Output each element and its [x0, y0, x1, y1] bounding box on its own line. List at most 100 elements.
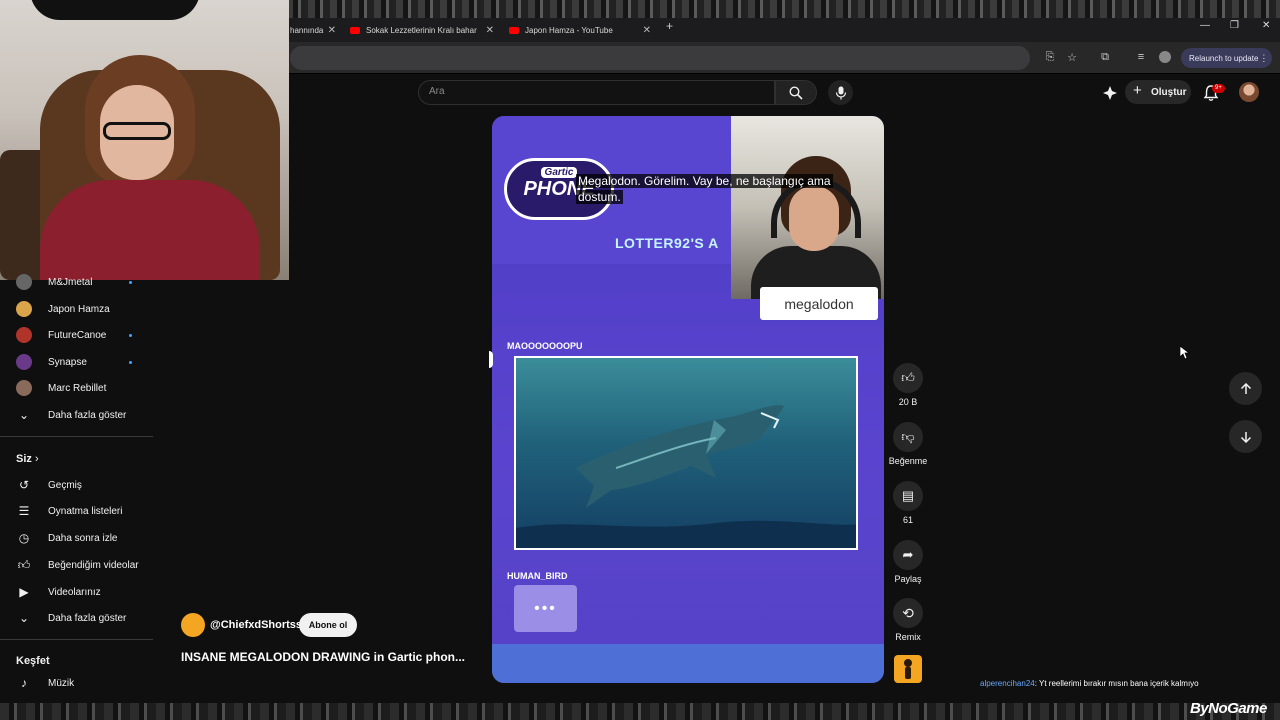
typing-indicator: •••	[514, 585, 577, 632]
remix-button[interactable]: ⟲ Remix	[886, 598, 930, 642]
youtube-favicon-icon	[509, 26, 519, 34]
video-title[interactable]: INSANE MEGALODON DRAWING in Gartic phon.…	[181, 650, 465, 664]
profile-icon[interactable]	[1158, 50, 1172, 64]
search-icon	[789, 85, 803, 100]
microphone-icon	[835, 86, 846, 99]
youtube-favicon-icon	[350, 26, 360, 34]
bottom-decorative-strip	[0, 703, 1280, 720]
watch-later-icon: ◷	[18, 531, 30, 545]
comment-count: 61	[902, 515, 913, 525]
channel-avatar	[16, 327, 32, 343]
new-content-dot	[129, 280, 132, 284]
sidebar-item-subscription[interactable]: Marc Rebillet	[0, 375, 153, 401]
sidebar-item-label: Synapse	[48, 356, 87, 368]
search-button[interactable]	[775, 80, 817, 105]
history-icon: ↺	[18, 478, 30, 492]
media-control-icon[interactable]: ≡	[1134, 50, 1148, 64]
caption-line: Megalodon. Görelim. Vay be, ne başlangıç…	[576, 174, 833, 188]
previous-short-button[interactable]	[1229, 372, 1262, 405]
sidebar-item-history[interactable]: ↺ Geçmiş	[0, 472, 153, 498]
video-caption: Megalodon. Görelim. Vay be, ne başlangıç…	[576, 173, 866, 205]
subscribe-button[interactable]: Abone ol	[299, 613, 357, 637]
plus-icon: +	[1133, 82, 1142, 99]
bookmark-star-icon[interactable]: ☆	[1065, 50, 1079, 64]
mouse-cursor-icon	[1180, 346, 1190, 360]
more-menu-icon[interactable]: ⋮	[1259, 53, 1268, 64]
share-button[interactable]: ➦ Paylaş	[886, 540, 930, 584]
close-tab-icon[interactable]: ✕	[328, 25, 336, 36]
sidebar-item-subscription[interactable]: M&Jmetal	[0, 269, 153, 295]
restore-icon[interactable]: ❐	[1230, 20, 1239, 31]
create-button[interactable]: + Oluştur	[1125, 80, 1191, 104]
sidebar-item-label: Daha sonra izle	[48, 532, 118, 544]
show-more-subscriptions[interactable]: ⌄ Daha fazla göster	[0, 402, 153, 428]
ai-sparkle-icon[interactable]	[1102, 85, 1118, 101]
share-icon: ➦	[902, 547, 914, 562]
relaunch-button[interactable]: Relaunch to update ⋮	[1181, 48, 1273, 68]
sidebar-item-label: FutureCanoe	[48, 329, 107, 341]
voice-search-button[interactable]	[828, 80, 853, 105]
divider	[0, 639, 153, 640]
sidebar-item-subscription[interactable]: Synapse	[0, 349, 153, 375]
shorts-video-player[interactable]: Gartic PHONE LOTTER92'S A megalodon Mega…	[492, 116, 884, 683]
channel-avatar	[16, 354, 32, 370]
dislike-button[interactable]: 👎︎ Beğenme	[886, 422, 930, 466]
extensions-icon[interactable]: ⧉	[1098, 50, 1112, 64]
close-window-icon[interactable]: ✕	[1262, 20, 1270, 31]
divider	[0, 436, 153, 437]
install-app-icon[interactable]: ⎘	[1043, 50, 1057, 64]
sound-avatar[interactable]	[894, 655, 922, 683]
tab-label: hannında	[290, 25, 324, 35]
game-footer-bar	[492, 644, 884, 683]
answer-bubble: megalodon	[760, 287, 878, 320]
browser-tab-active[interactable]: Japon Hamza - YouTube ✕	[509, 18, 651, 42]
close-tab-icon[interactable]: ✕	[486, 25, 494, 36]
channel-avatar[interactable]	[181, 613, 205, 637]
arrow-down-icon	[1240, 431, 1251, 443]
remix-icon: ⟲	[902, 604, 914, 621]
relaunch-label: Relaunch to update	[1189, 53, 1259, 63]
next-short-button[interactable]	[1229, 420, 1262, 453]
section-heading-label: Siz	[16, 453, 32, 465]
sidebar-item-playlists[interactable]: ☰ Oynatma listeleri	[0, 498, 153, 524]
chevron-right-icon: ›	[34, 453, 39, 465]
notification-badge: 9+	[1212, 84, 1225, 93]
address-bar[interactable]	[290, 46, 1030, 70]
sidebar-item-watch-later[interactable]: ◷ Daha sonra izle	[0, 525, 153, 551]
sidebar-item-label: Marc Rebillet	[48, 382, 107, 394]
sidebar-item-subscription[interactable]: Japon Hamza	[0, 296, 153, 322]
music-icon: ♪	[21, 676, 27, 690]
sidebar-item-music[interactable]: ♪ Müzik	[0, 670, 153, 696]
new-content-dot	[129, 360, 132, 364]
like-button[interactable]: 👍︎ 20 B	[886, 363, 930, 407]
channel-name[interactable]: @ChiefxdShortss	[210, 619, 302, 631]
you-section-heading[interactable]: Siz ›	[16, 453, 39, 465]
player-marker	[489, 351, 493, 368]
comments-button[interactable]: ▤ 61	[886, 481, 930, 525]
chevron-down-icon: ⌄	[18, 408, 30, 422]
close-tab-icon[interactable]: ✕	[643, 25, 651, 36]
playlists-icon: ☰	[18, 504, 30, 518]
liked-videos-icon: 👍︎	[17, 557, 31, 572]
remix-label: Remix	[895, 632, 921, 642]
minimize-icon[interactable]: —	[1200, 20, 1210, 31]
chevron-down-icon: ⌄	[18, 611, 30, 625]
caption-line: dostum.	[576, 190, 623, 204]
thumbs-up-icon: 👍︎	[901, 370, 915, 385]
dislike-label: Beğenme	[888, 456, 928, 466]
sidebar-item-liked-videos[interactable]: 👍︎ Beğendiğim videolar	[0, 552, 153, 578]
browser-tab[interactable]: Sokak Lezzetlerinin Kralı bahar ✕	[350, 18, 494, 42]
new-tab-icon[interactable]: +	[666, 19, 673, 33]
browser-tab[interactable]: hannında ✕	[290, 18, 338, 42]
tab-label: Japon Hamza - YouTube	[525, 25, 613, 35]
comment-icon: ▤	[901, 488, 915, 503]
sidebar-item-subscription[interactable]: FutureCanoe	[0, 322, 153, 348]
sidebar-item-your-videos[interactable]: ▶ Videolarınız	[0, 579, 153, 605]
creator-facecam	[731, 116, 884, 299]
player-name: MAOOOOOOOPU	[507, 341, 583, 351]
stream-chat-message: alperencihan24: Yt reellerimi bırakır mı…	[980, 679, 1199, 688]
account-avatar[interactable]	[1239, 82, 1259, 102]
search-input[interactable]	[429, 86, 759, 97]
show-more-you[interactable]: ⌄ Daha fazla göster	[0, 605, 153, 631]
sidebar-item-label: Beğendiğim videolar	[48, 559, 139, 571]
